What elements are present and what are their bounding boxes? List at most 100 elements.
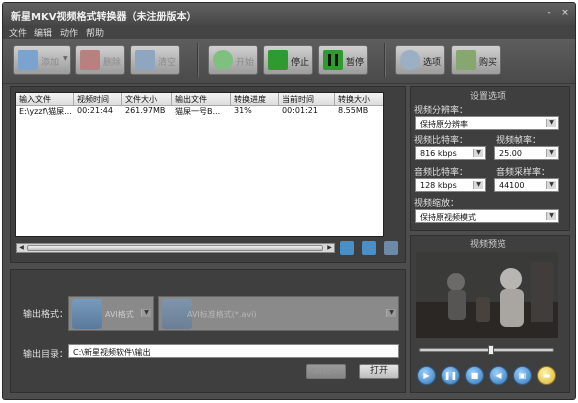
cell-video-time: 00:21:44 [77,106,113,115]
menu-file[interactable]: 文件 [9,26,27,39]
toolbar-separator [197,43,199,77]
menu-edit[interactable]: 编辑 [34,26,52,39]
cell-progress: 31% [234,106,252,115]
cell-converted-size: 8.55MB [338,106,369,115]
clear-label: 清空 [158,58,177,68]
chevron-down-icon: ▼ [473,181,483,189]
column-header[interactable]: 输入文件 [19,94,51,105]
video-bitrate-label: 视频比特率： [414,136,469,146]
chevron-down-icon: ▼ [546,119,556,127]
scale-label: 视频缩放： [414,199,460,209]
toolbar: 添加 ▼ 删除 清空 开始 停止 暂停 选项 购买 [3,39,575,84]
start-button[interactable]: 开始 [208,45,258,75]
gear-icon [400,50,420,70]
table-row[interactable]: E:\yzzf\猫屎... 00:21:44 261.97MB 猫屎一号B...… [16,106,383,117]
resolution-select[interactable]: 保持原分辨率 ▼ [415,116,559,130]
output-dir-field[interactable]: C:\新星视频软件\输出 [68,344,399,358]
start-label: 开始 [236,58,255,68]
title-bar: 新星MKV视频格式转换器（未注册版本） - × [3,3,575,25]
chevron-down-icon: ▼ [546,149,556,157]
close-button[interactable]: × [558,7,572,20]
snapshot-icon[interactable]: ▣ [513,366,532,385]
minimize-button[interactable]: - [542,7,556,20]
video-frame-image [416,252,558,338]
samplerate-select[interactable]: 44100 ▼ [494,178,559,192]
column-header[interactable]: 输出文件 [175,94,207,105]
chevron-down-icon: ▼ [473,149,483,157]
resolution-label: 视频分辨率： [414,106,469,116]
column-header[interactable]: 转换大小 [338,94,370,105]
delete-button[interactable]: 删除 [75,45,125,75]
table-header: 输入文件 视频时间 文件大小 输出文件 转换进度 当前时间 转换大小 [16,93,383,106]
audio-bitrate-select[interactable]: 128 kbps ▼ [415,178,486,192]
audio-bitrate-value: 128 kbps [420,181,457,190]
column-header[interactable]: 转换进度 [234,94,266,105]
open-button[interactable]: 打开 [359,364,399,379]
chevron-down-icon: ▼ [386,309,396,317]
add-button[interactable]: 添加 ▼ [13,45,71,75]
video-bitrate-select[interactable]: 816 kbps ▼ [415,146,486,160]
stop-icon[interactable]: ■ [465,366,484,385]
start-convert-icon [213,50,233,70]
framerate-select[interactable]: 25.00 ▼ [494,146,559,160]
scroll-left-icon[interactable]: ◀ [17,244,26,252]
column-header[interactable]: 视频时间 [77,94,109,105]
column-header[interactable]: 当前时间 [282,94,314,105]
delete-label: 删除 [103,58,122,68]
move-down-icon[interactable] [340,241,354,255]
cell-input-file: E:\yzzf\猫屎... [19,107,72,116]
browse-button[interactable]: 浏览... [306,364,346,379]
move-up-icon[interactable] [362,241,376,255]
menu-bar: 文件 编辑 动作 帮助 [3,25,575,39]
cell-file-size: 261.97MB [125,106,166,115]
clear-button[interactable]: 清空 [130,45,180,75]
output-panel [10,269,406,393]
scale-value: 保持原视频模式 [420,213,476,222]
video-bitrate-value: 816 kbps [420,149,457,158]
file-info-icon[interactable] [384,241,398,255]
pause-button[interactable]: 暂停 [318,45,368,75]
buy-label: 购买 [479,58,498,68]
volume-icon[interactable]: ◀ [489,366,508,385]
scale-select[interactable]: 保持原视频模式 ▼ [415,209,559,223]
scroll-thumb[interactable] [27,245,323,251]
stop-button[interactable]: 停止 [263,45,313,75]
column-header[interactable]: 文件大小 [125,94,157,105]
chevron-down-icon: ▼ [141,309,151,317]
framerate-value: 25.00 [499,149,522,158]
horizontal-scrollbar[interactable]: ◀ ▶ [16,243,335,253]
cart-icon [456,50,476,70]
menu-action[interactable]: 动作 [60,26,78,39]
scroll-right-icon[interactable]: ▶ [325,244,334,252]
pause-icon[interactable]: ❚❚ [441,366,460,385]
stop-label: 停止 [291,58,310,68]
buy-button[interactable]: 购买 [451,45,501,75]
window-title: 新星MKV视频格式转换器（未注册版本） [11,12,197,23]
format-value: AVI标准格式(*.avi) [187,310,257,319]
output-dir-label: 输出目录： [23,350,69,360]
seek-thumb[interactable] [488,345,494,355]
video-preview [416,252,558,338]
cell-current-time: 00:01:21 [282,106,318,115]
pause-label: 暂停 [346,58,365,68]
settings-title: 设置选项 [470,92,507,102]
framerate-label: 视频帧率： [496,136,542,146]
play-icon[interactable]: ▶ [417,366,436,385]
folder-icon[interactable]: ▬ [537,366,556,385]
add-file-icon [18,50,38,70]
resolution-value: 保持原分辨率 [420,120,468,129]
pause-icon [323,50,343,70]
format-select[interactable]: AVI标准格式(*.avi) ▼ [158,296,399,331]
samplerate-label: 音频采样率： [496,168,551,178]
format-icon [72,299,102,329]
chevron-down-icon: ▼ [546,181,556,189]
menu-help[interactable]: 帮助 [86,26,104,39]
output-format-label: 输出格式： [23,310,69,320]
chevron-down-icon: ▼ [63,55,68,62]
format-group-select[interactable]: AVI格式 ▼ [68,296,154,331]
stop-icon [268,50,288,70]
audio-bitrate-label: 音频比特率： [414,168,469,178]
samplerate-value: 44100 [499,181,525,190]
preview-seek-slider[interactable] [419,345,554,355]
options-button[interactable]: 选项 [395,45,445,75]
